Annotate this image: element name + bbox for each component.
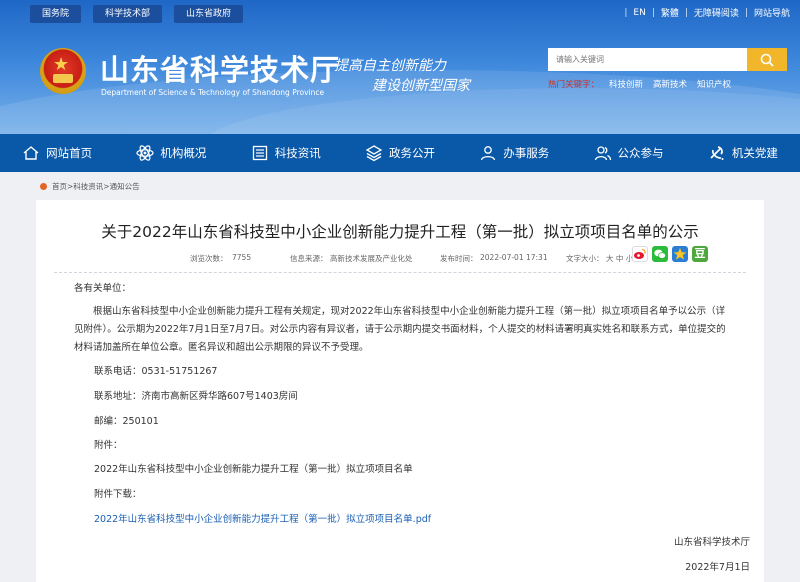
main-nav: 网站首页 机构概况 科技资讯 政务公开 办事服务 公众参与 机关党建: [0, 134, 800, 172]
article-title: 关于2022年山东省科技型中小企业创新能力提升工程（第一批）拟立项项目名单的公示: [101, 223, 699, 241]
user-icon: [481, 146, 496, 161]
gate-icon: [53, 74, 73, 83]
nav-item-government-affairs[interactable]: 政务公开: [343, 134, 457, 172]
divider: |: [651, 7, 655, 18]
postcode: 邮编：250101: [94, 416, 159, 427]
top-link-provincial-gov[interactable]: 山东省政府: [174, 5, 244, 23]
attachment-download-link[interactable]: 2022年山东省科技型中小企业创新能力提升工程（第一批）拟立项项目名单.pdf: [94, 511, 431, 529]
atom-icon: [136, 145, 155, 161]
breadcrumb: 首页>科技资讯>通知公告: [40, 181, 140, 192]
hot-keyword[interactable]: 科技创新: [609, 78, 643, 90]
search-input[interactable]: [548, 48, 747, 71]
location-dot-icon: [40, 183, 47, 190]
divider: |: [684, 7, 688, 18]
hot-keyword[interactable]: 知识产权: [697, 78, 731, 90]
wechat-icon[interactable]: [652, 246, 668, 262]
english-link[interactable]: EN: [633, 8, 645, 18]
download-label: 附件下载：: [94, 489, 142, 500]
search-bar: [548, 48, 787, 71]
utility-links: | EN | 繁體 | 无障碍阅读 | 网站导航: [624, 6, 790, 20]
attachment-name: 2022年山东省科技型中小企业创新能力提升工程（第一批）拟立项项目名单: [94, 464, 413, 475]
share-buttons: 豆: [632, 246, 708, 262]
source-value: 高新技术发展及产业化处: [330, 254, 413, 263]
star-icon: ★: [53, 54, 70, 75]
nav-item-label: 网站首页: [46, 146, 93, 160]
douban-icon[interactable]: 豆: [692, 246, 708, 262]
weibo-icon[interactable]: [632, 246, 648, 262]
nav-item-label: 办事服务: [503, 146, 550, 160]
site-subtitle: Department of Science & Technology of Sh…: [101, 88, 325, 97]
users-icon: [594, 146, 611, 161]
top-links: 国务院 科学技术部 山东省政府: [30, 5, 244, 23]
views-label: 浏览次数：: [190, 254, 228, 263]
breadcrumb-text[interactable]: 首页>科技资讯>通知公告: [52, 181, 140, 192]
contact-phone: 联系电话：0531-51751267: [94, 366, 218, 377]
top-link-most[interactable]: 科学技术部: [93, 5, 163, 23]
date-value: 2022-07-01 17:31: [480, 253, 548, 262]
divider: |: [624, 7, 628, 18]
nav-item-home[interactable]: 网站首页: [0, 134, 114, 172]
accessibility-link[interactable]: 无障碍阅读: [694, 6, 739, 19]
hot-keyword[interactable]: 高新技术: [653, 78, 687, 90]
slogan-line-2: 建设创新型国家: [372, 78, 470, 94]
party-emblem-icon: [710, 146, 724, 160]
slogan-line-1: 提高自主创新能力: [334, 58, 446, 74]
divider: |: [744, 7, 748, 18]
article-panel: 关于2022年山东省科技型中小企业创新能力提升工程（第一批）拟立项项目名单的公示…: [36, 200, 764, 582]
nav-item-news[interactable]: 科技资讯: [229, 134, 343, 172]
nav-item-public-participation[interactable]: 公众参与: [571, 134, 685, 172]
hot-keywords: 热门关键字： 科技创新 高新技术 知识产权: [548, 78, 731, 90]
views-count: 7755: [232, 253, 252, 262]
salutation: 各有关单位：: [74, 283, 132, 294]
date-label: 发布时间：: [440, 254, 478, 263]
nav-item-label: 公众参与: [617, 146, 664, 160]
font-size-label: 文字大小：: [566, 254, 604, 263]
attachment-label: 附件：: [94, 440, 123, 451]
search-button[interactable]: [747, 48, 787, 71]
site-map-link[interactable]: 网站导航: [754, 6, 790, 19]
title-divider: [54, 272, 746, 273]
layers-icon: [365, 145, 383, 162]
signature: 山东省科学技术厅: [673, 537, 750, 548]
site-header: 国务院 科学技术部 山东省政府 | EN | 繁體 | 无障碍阅读 | 网站导航…: [0, 0, 800, 134]
top-link-state-council[interactable]: 国务院: [30, 5, 82, 23]
font-size-options[interactable]: 大 中 小: [606, 253, 633, 264]
traditional-chinese-link[interactable]: 繁體: [661, 6, 679, 19]
nav-item-label: 科技资讯: [274, 146, 321, 160]
nav-item-organization[interactable]: 机构概况: [114, 134, 228, 172]
contact-address: 联系地址：济南市高新区舜华路607号1403房间: [94, 391, 298, 402]
article-body: 根据山东省科技型中小企业创新能力提升工程有关规定，现对2022年山东省科技型中小…: [74, 306, 726, 353]
hot-keywords-label: 热门关键字：: [548, 80, 600, 90]
nav-item-label: 机构概况: [160, 146, 207, 160]
nav-item-services[interactable]: 办事服务: [457, 134, 571, 172]
nav-item-label: 机关党建: [731, 146, 778, 160]
site-title[interactable]: 山东省科学技术厅: [100, 47, 340, 89]
nav-item-label: 政务公开: [388, 146, 435, 160]
home-icon: [23, 146, 39, 160]
document-list-icon: [252, 145, 267, 161]
search-icon: [760, 53, 774, 67]
national-emblem-icon: ★: [40, 48, 86, 94]
qzone-star-icon[interactable]: [672, 246, 688, 262]
nav-item-party-building[interactable]: 机关党建: [686, 134, 800, 172]
signature-date: 2022年7月1日: [685, 562, 750, 573]
source-label: 信息来源：: [290, 254, 328, 263]
